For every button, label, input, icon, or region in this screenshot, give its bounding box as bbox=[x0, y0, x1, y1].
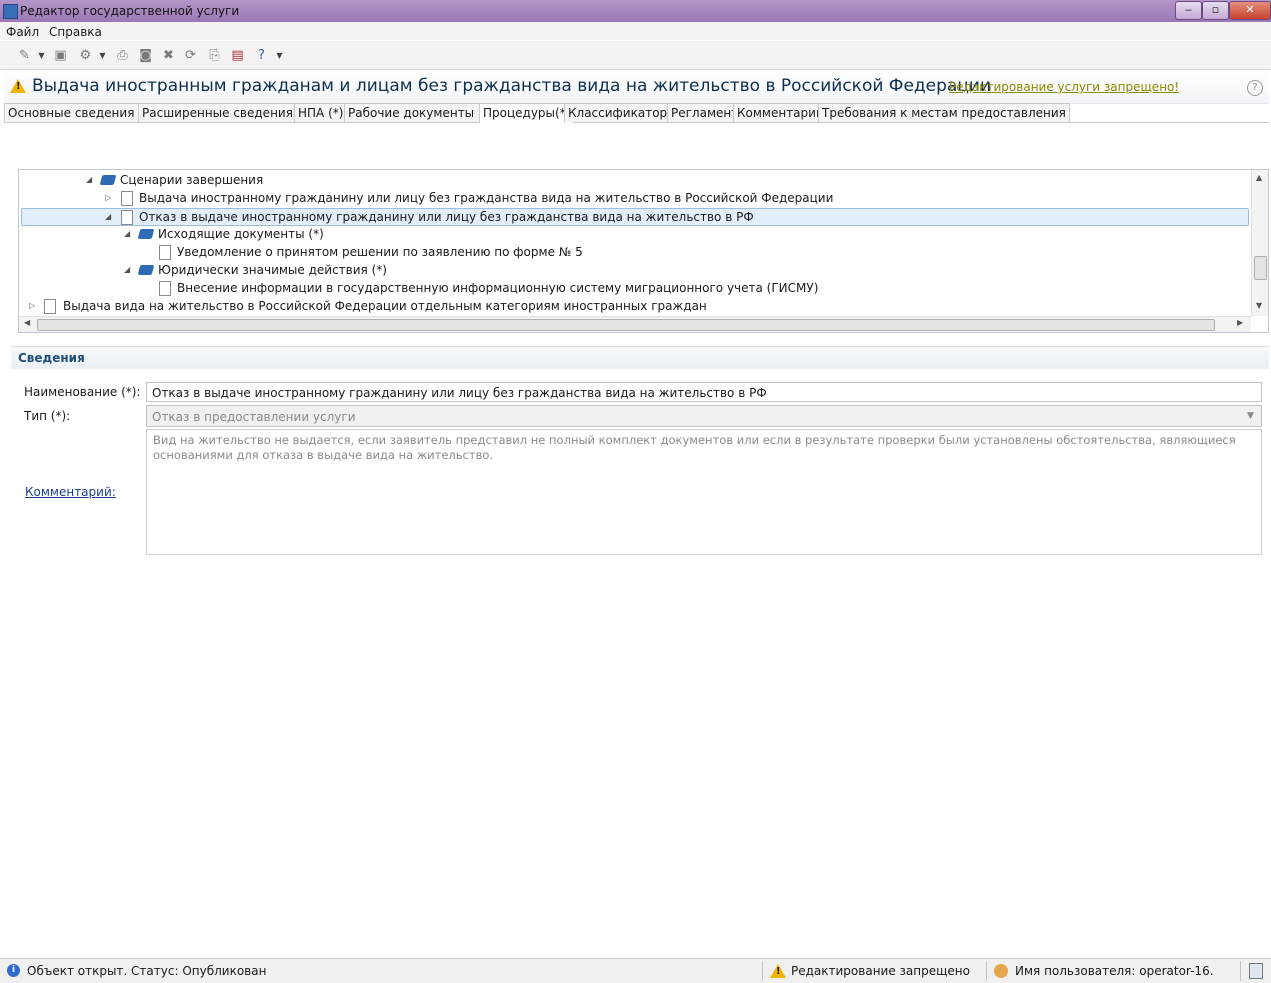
tab-bar: Основные сведения (*) Расширенные сведен… bbox=[4, 103, 1269, 123]
collapse-arrow-icon[interactable]: ◢ bbox=[86, 171, 92, 189]
book-icon bbox=[137, 265, 155, 275]
info-icon: i bbox=[7, 964, 20, 977]
minimize-button[interactable]: ‒ bbox=[1175, 1, 1202, 20]
warning-icon bbox=[10, 79, 26, 93]
help-toolbar-icon[interactable]: ? bbox=[254, 48, 269, 63]
tree-node-selected[interactable]: ◢ Отказ в выдаче иностранному гражданину… bbox=[21, 208, 1249, 226]
document-icon bbox=[159, 281, 171, 296]
delete-icon[interactable]: ✖ bbox=[161, 48, 176, 63]
status-object: Объект открыт. Статус: Опубликован bbox=[27, 964, 267, 978]
scroll-down-icon[interactable]: ▼ bbox=[1256, 301, 1262, 310]
type-select[interactable]: Отказ в предоставлении услуги bbox=[146, 405, 1262, 427]
help-dropdown-icon[interactable]: ▼ bbox=[275, 48, 284, 63]
name-input[interactable]: Отказ в выдаче иностранному гражданину и… bbox=[146, 382, 1262, 402]
scroll-up-icon[interactable]: ▲ bbox=[1256, 173, 1262, 182]
book-icon bbox=[137, 229, 155, 239]
document-icon bbox=[121, 210, 133, 225]
tree-node[interactable]: Внесение информации в государственную ин… bbox=[19, 279, 1249, 297]
tree-node-label: Внесение информации в государственную ин… bbox=[177, 281, 819, 295]
tree-node-label: Сценарии завершения bbox=[120, 173, 264, 187]
collapse-arrow-icon[interactable]: ◢ bbox=[124, 261, 130, 279]
scroll-thumb[interactable] bbox=[1254, 256, 1267, 280]
help-icon[interactable]: ? bbox=[1247, 80, 1263, 96]
document-icon bbox=[159, 245, 171, 260]
tab-basic-info[interactable]: Основные сведения (*) bbox=[4, 103, 158, 122]
expand-arrow-icon[interactable]: ▷ bbox=[29, 297, 35, 315]
close-button[interactable]: ✕ bbox=[1229, 1, 1271, 20]
service-header: Выдача иностранным гражданам и лицам без… bbox=[4, 70, 1269, 104]
tree-node[interactable]: ▷ Выдача иностранному гражданину или лиц… bbox=[19, 189, 1249, 207]
menu-help[interactable]: Справка bbox=[49, 25, 102, 39]
status-divider bbox=[986, 961, 987, 981]
status-divider bbox=[762, 961, 763, 981]
collapse-arrow-icon[interactable]: ◢ bbox=[124, 225, 130, 243]
vertical-scrollbar[interactable]: ▲ ▼ bbox=[1251, 170, 1268, 316]
tab-regulation[interactable]: Регламент bbox=[667, 103, 743, 122]
tree-node-label: Выдача иностранному гражданину или лицу … bbox=[139, 191, 834, 205]
print-icon[interactable]: ⎙ bbox=[115, 48, 130, 63]
comment-textarea[interactable]: Вид на жительство не выдается, если заяв… bbox=[146, 429, 1262, 555]
tree-node-label: Отказ в выдаче иностранному гражданину и… bbox=[139, 210, 754, 224]
tree-node[interactable]: Уведомление о принятом решении по заявле… bbox=[19, 243, 1249, 261]
settings-icon[interactable]: ⚙ bbox=[78, 48, 93, 63]
chevron-down-icon[interactable]: ▼ bbox=[1247, 411, 1254, 421]
collapse-arrow-icon[interactable]: ◢ bbox=[105, 209, 111, 225]
tab-comments[interactable]: Комментарии bbox=[733, 103, 828, 122]
export-icon[interactable]: ⎘ bbox=[207, 48, 222, 63]
document-icon bbox=[44, 299, 56, 314]
name-label: Наименование (*): bbox=[24, 385, 141, 399]
print-preview-icon[interactable]: ◙ bbox=[138, 48, 153, 63]
window-title-bar: Редактор государственной услуги ‒ ▫ ✕ bbox=[0, 0, 1271, 22]
user-icon bbox=[994, 964, 1008, 978]
expand-arrow-icon[interactable]: ▷ bbox=[105, 189, 111, 207]
tab-procedures[interactable]: Процедуры(*) bbox=[479, 103, 575, 123]
tree-node-label: Исходящие документы (*) bbox=[158, 227, 324, 241]
details-section-header: Сведения bbox=[11, 346, 1269, 369]
book-icon bbox=[99, 175, 117, 185]
status-user: Имя пользователя: operator-16. bbox=[1015, 964, 1214, 978]
warning-icon bbox=[770, 964, 786, 978]
edit-forbidden-link[interactable]: Редактирование услуги запрещено! bbox=[949, 80, 1179, 94]
status-divider bbox=[1240, 961, 1241, 981]
tree-node-label: Юридически значимые действия (*) bbox=[158, 263, 387, 277]
tab-work-documents[interactable]: Рабочие документы (*) bbox=[344, 103, 498, 122]
tab-classifiers[interactable]: Классификаторы bbox=[564, 103, 681, 122]
tree-node[interactable]: ◢ Сценарии завершения bbox=[19, 171, 1249, 189]
tree-node-label: Выдача вида на жительство в Российской Ф… bbox=[63, 299, 707, 313]
tab-extended-info[interactable]: Расширенные сведения (*) bbox=[138, 103, 317, 122]
scroll-right-icon[interactable]: ▶ bbox=[1237, 318, 1243, 327]
settings-dropdown-icon[interactable]: ▼ bbox=[98, 48, 107, 63]
comment-link[interactable]: Комментарий: bbox=[25, 485, 116, 499]
window-title: Редактор государственной услуги bbox=[20, 4, 240, 18]
scroll-left-icon[interactable]: ◀ bbox=[24, 318, 30, 327]
save-icon[interactable]: ▣ bbox=[53, 48, 68, 63]
app-icon bbox=[3, 4, 18, 19]
document-icon bbox=[121, 191, 133, 206]
toolbar: ✎ ▼ ▣ ⚙ ▼ ⎙ ◙ ✖ ⟳ ⎘ ▤ ? ▼ bbox=[0, 41, 1271, 70]
new-document-icon[interactable]: ✎ bbox=[17, 48, 32, 63]
tab-place-requirements[interactable]: Требования к местам предоставления bbox=[818, 103, 1070, 122]
menu-file[interactable]: Файл bbox=[6, 25, 39, 39]
log-icon[interactable] bbox=[1249, 963, 1263, 979]
tree-node-label: Уведомление о принятом решении по заявле… bbox=[177, 245, 583, 259]
maximize-button[interactable]: ▫ bbox=[1202, 1, 1229, 20]
type-label: Тип (*): bbox=[24, 409, 71, 423]
pdf-icon[interactable]: ▤ bbox=[230, 48, 245, 63]
menu-bar: Файл Справка bbox=[0, 22, 1271, 40]
section-title: Сведения bbox=[18, 351, 85, 365]
status-editing: Редактирование запрещено bbox=[791, 964, 970, 978]
horizontal-scrollbar[interactable]: ◀ ▶ bbox=[19, 316, 1251, 332]
scroll-thumb[interactable] bbox=[37, 319, 1215, 331]
status-bar: i Объект открыт. Статус: Опубликован Ред… bbox=[0, 958, 1271, 983]
tree-node[interactable]: ▷ Выдача вида на жительство в Российской… bbox=[19, 297, 1249, 315]
tree-node[interactable]: ◢ Юридически значимые действия (*) bbox=[19, 261, 1249, 279]
procedures-tree[interactable]: ◢ Сценарии завершения ▷ Выдача иностранн… bbox=[18, 169, 1269, 333]
tab-npa[interactable]: НПА (*) bbox=[294, 103, 348, 122]
page-title: Выдача иностранным гражданам и лицам без… bbox=[32, 76, 991, 96]
new-dropdown-icon[interactable]: ▼ bbox=[37, 48, 46, 63]
refresh-icon[interactable]: ⟳ bbox=[183, 48, 198, 63]
tree-node[interactable]: ◢ Исходящие документы (*) bbox=[19, 225, 1249, 243]
